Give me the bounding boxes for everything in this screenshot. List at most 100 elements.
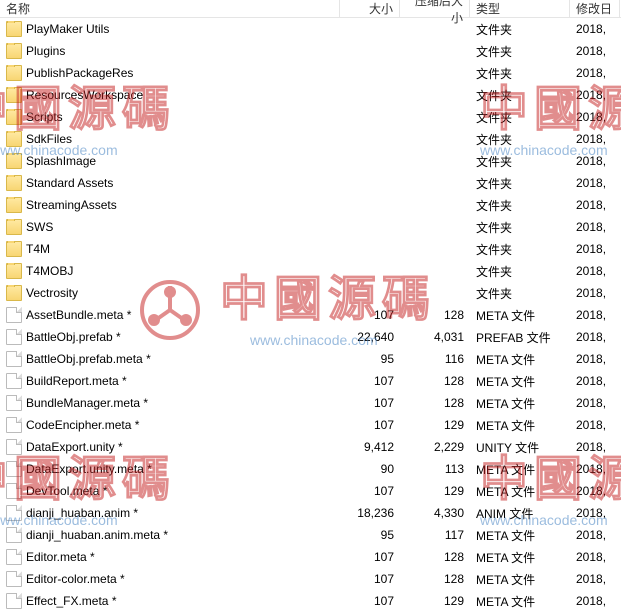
folder-icon (6, 43, 22, 59)
table-row[interactable]: Vectrosity文件夹2018, (0, 282, 621, 304)
cell-size: 107 (340, 484, 400, 498)
table-row[interactable]: Editor.meta *107128META 文件2018, (0, 546, 621, 568)
table-row[interactable]: T4M 文件夹2018, (0, 238, 621, 260)
file-icon (6, 417, 22, 433)
cell-date: 2018, (570, 264, 620, 278)
table-row[interactable]: AssetBundle.meta *107128META 文件2018, (0, 304, 621, 326)
cell-name: SdkFiles (0, 131, 340, 147)
file-icon (6, 483, 22, 499)
cell-size: 9,412 (340, 440, 400, 454)
cell-date: 2018, (570, 242, 620, 256)
table-row[interactable]: Plugins文件夹2018, (0, 40, 621, 62)
file-name-label: ResourcesWorkspace (26, 88, 143, 102)
file-name-label: BundleManager.meta * (26, 396, 148, 410)
folder-icon (6, 109, 22, 125)
cell-type: 文件夹 (470, 175, 570, 192)
file-icon (6, 549, 22, 565)
file-name-label: T4M (26, 242, 50, 256)
cell-name: T4MOBJ (0, 263, 340, 279)
folder-icon (6, 263, 22, 279)
cell-date: 2018, (570, 462, 620, 476)
cell-name: dianji_huaban.anim.meta * (0, 527, 340, 543)
cell-date: 2018, (570, 506, 620, 520)
cell-date: 2018, (570, 550, 620, 564)
table-row[interactable]: T4MOBJ 文件夹2018, (0, 260, 621, 282)
cell-name: DataExport.unity * (0, 439, 340, 455)
file-name-label: CodeEncipher.meta * (26, 418, 139, 432)
table-row[interactable]: SdkFiles文件夹2018, (0, 128, 621, 150)
cell-date: 2018, (570, 22, 620, 36)
cell-compressed-size: 129 (400, 418, 470, 432)
table-row[interactable]: SWS文件夹2018, (0, 216, 621, 238)
file-name-label: SplashImage (26, 154, 96, 168)
cell-type: 文件夹 (470, 241, 570, 258)
header-size[interactable]: 大小 (340, 0, 400, 17)
table-row[interactable]: DataExport.unity.meta *90113META 文件2018, (0, 458, 621, 480)
cell-name: Plugins (0, 43, 340, 59)
cell-date: 2018, (570, 594, 620, 608)
table-row[interactable]: BattleObj.prefab *22,6404,031PREFAB 文件20… (0, 326, 621, 348)
cell-type: META 文件 (470, 307, 570, 324)
table-row[interactable]: dianji_huaban.anim.meta *95117META 文件201… (0, 524, 621, 546)
cell-type: 文件夹 (470, 263, 570, 280)
table-row[interactable]: Effect_FX.meta *107129META 文件2018, (0, 590, 621, 612)
cell-type: 文件夹 (470, 21, 570, 38)
cell-name: SWS (0, 219, 340, 235)
file-name-label: DataExport.unity.meta * (26, 462, 152, 476)
header-type[interactable]: 类型 (470, 0, 570, 17)
cell-date: 2018, (570, 88, 620, 102)
cell-name: dianji_huaban.anim * (0, 505, 340, 521)
cell-type: PREFAB 文件 (470, 329, 570, 346)
cell-compressed-size: 129 (400, 484, 470, 498)
cell-compressed-size: 4,330 (400, 506, 470, 520)
cell-type: 文件夹 (470, 65, 570, 82)
cell-type: META 文件 (470, 395, 570, 412)
cell-compressed-size: 117 (400, 528, 470, 542)
folder-icon (6, 87, 22, 103)
cell-type: META 文件 (470, 351, 570, 368)
file-icon (6, 373, 22, 389)
table-row[interactable]: DataExport.unity *9,4122,229UNITY 文件2018… (0, 436, 621, 458)
table-row[interactable]: DevTool.meta *107129META 文件2018, (0, 480, 621, 502)
table-row[interactable]: BattleObj.prefab.meta *95116META 文件2018, (0, 348, 621, 370)
cell-date: 2018, (570, 484, 620, 498)
cell-type: 文件夹 (470, 109, 570, 126)
header-compressed-size[interactable]: 压缩后大小 (400, 0, 470, 17)
file-icon (6, 571, 22, 587)
cell-date: 2018, (570, 176, 620, 190)
file-icon (6, 527, 22, 543)
table-row[interactable]: StreamingAssets文件夹2018, (0, 194, 621, 216)
header-modified[interactable]: 修改日 (570, 0, 620, 17)
table-row[interactable]: PublishPackageRes文件夹2018, (0, 62, 621, 84)
cell-compressed-size: 128 (400, 572, 470, 586)
cell-name: T4M (0, 241, 340, 257)
cell-size: 107 (340, 396, 400, 410)
header-name[interactable]: 名称 (0, 0, 340, 17)
file-name-label: Effect_FX.meta * (26, 594, 117, 608)
table-row[interactable]: BundleManager.meta *107128META 文件2018, (0, 392, 621, 414)
cell-type: 文件夹 (470, 285, 570, 302)
file-name-label: dianji_huaban.anim.meta * (26, 528, 168, 542)
cell-type: META 文件 (470, 571, 570, 588)
table-row[interactable]: Editor-color.meta *107128META 文件2018, (0, 568, 621, 590)
cell-size: 107 (340, 572, 400, 586)
table-row[interactable]: CodeEncipher.meta *107129META 文件2018, (0, 414, 621, 436)
cell-name: CodeEncipher.meta * (0, 417, 340, 433)
table-row[interactable]: SplashImage文件夹2018, (0, 150, 621, 172)
table-row[interactable]: Standard Assets 文件夹2018, (0, 172, 621, 194)
table-row[interactable]: Scripts文件夹2018, (0, 106, 621, 128)
table-row[interactable]: BuildReport.meta *107128META 文件2018, (0, 370, 621, 392)
cell-name: Editor.meta * (0, 549, 340, 565)
table-row[interactable]: PlayMaker Utils文件夹2018, (0, 18, 621, 40)
cell-date: 2018, (570, 418, 620, 432)
cell-name: Standard Assets (0, 175, 340, 191)
cell-date: 2018, (570, 308, 620, 322)
table-row[interactable]: ResourcesWorkspace文件夹2018, (0, 84, 621, 106)
folder-icon (6, 197, 22, 213)
cell-date: 2018, (570, 528, 620, 542)
cell-date: 2018, (570, 132, 620, 146)
table-row[interactable]: dianji_huaban.anim *18,2364,330ANIM 文件20… (0, 502, 621, 524)
cell-size: 22,640 (340, 330, 400, 344)
cell-name: Scripts (0, 109, 340, 125)
cell-name: SplashImage (0, 153, 340, 169)
